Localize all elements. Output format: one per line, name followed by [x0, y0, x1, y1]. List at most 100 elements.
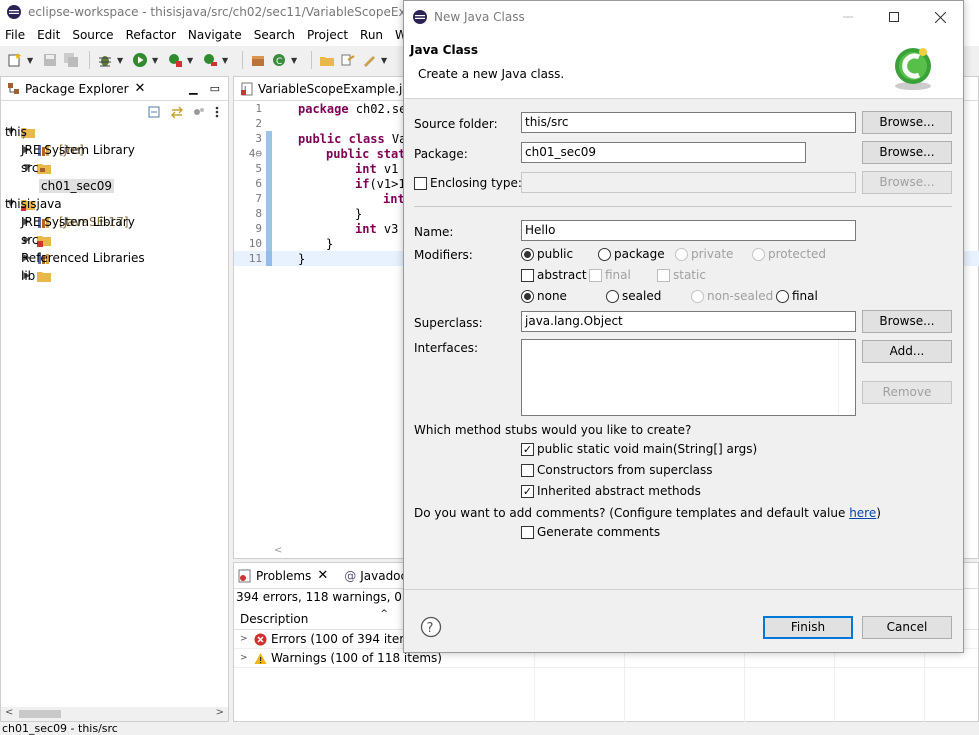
tab-problems[interactable]: Problems ✕ — [238, 568, 328, 583]
open-task-icon[interactable] — [339, 51, 357, 69]
focus-icon[interactable] — [192, 105, 206, 119]
chevron-down-icon[interactable]: ▼ — [291, 56, 299, 65]
run-icon[interactable] — [131, 51, 149, 69]
chevron-down-icon[interactable]: ▼ — [222, 56, 230, 65]
new-package-icon[interactable] — [249, 51, 267, 69]
chevron-down-icon[interactable]: ▼ — [381, 56, 389, 65]
modifier-final-checkbox[interactable]: final — [589, 268, 631, 282]
scrollbar-thumb[interactable] — [19, 710, 61, 718]
cancel-button[interactable]: Cancel — [862, 616, 952, 639]
debug-icon[interactable] — [96, 51, 114, 69]
save-icon[interactable] — [41, 51, 59, 69]
modifier-private-radio[interactable]: private — [675, 247, 733, 261]
close-icon[interactable]: ✕ — [135, 81, 146, 96]
menu-search[interactable]: Search — [248, 28, 301, 42]
tree-item-lib[interactable]: ▶ lib — [1, 267, 228, 285]
source-folder-input[interactable]: this/src — [521, 112, 856, 133]
modifier-static-checkbox[interactable]: static — [657, 268, 706, 282]
close-icon[interactable]: ✕ — [317, 568, 328, 583]
stub-main-checkbox[interactable]: ✓ public static void main(String[] args) — [521, 442, 757, 456]
vertical-scrollbar[interactable] — [838, 340, 855, 415]
help-icon[interactable]: ? — [420, 616, 442, 638]
finish-button[interactable]: Finish — [763, 616, 853, 639]
menu-source[interactable]: Source — [66, 28, 119, 42]
menu-file[interactable]: File — [0, 28, 31, 42]
chevron-down-icon[interactable]: ▼ — [27, 56, 35, 65]
modifier-abstract-checkbox[interactable]: abstract — [521, 268, 587, 282]
enclosing-type-checkbox[interactable]: Enclosing type: — [414, 176, 522, 190]
line-number: 6 — [255, 177, 262, 190]
package-browse-button[interactable]: Browse... — [862, 141, 952, 164]
superclass-browse-button[interactable]: Browse... — [862, 310, 952, 333]
interfaces-label: Interfaces: — [414, 341, 479, 355]
menu-navigate[interactable]: Navigate — [182, 28, 248, 42]
save-all-icon[interactable] — [62, 51, 80, 69]
chevron-right-icon[interactable]: > — [216, 707, 224, 718]
editor-tab-label: VariableScopeExample.java — [258, 81, 425, 96]
pen-icon[interactable] — [360, 51, 378, 69]
minimize-button[interactable] — [825, 1, 871, 33]
configure-templates-link[interactable]: here — [849, 506, 876, 520]
change-ruler — [266, 176, 272, 191]
interfaces-list[interactable] — [521, 339, 856, 416]
tree-item-referenced-libraries[interactable]: ▶ Referenced Libraries — [1, 249, 228, 267]
tab-javadoc-label: Javadoc — [360, 568, 408, 583]
remove-interface-button[interactable]: Remove — [862, 381, 952, 404]
maximize-button[interactable] — [871, 1, 917, 33]
generate-comments-checkbox[interactable]: Generate comments — [521, 525, 660, 539]
minimize-icon[interactable]: ▁ — [189, 82, 197, 95]
tree-item-src[interactable]: ▼ src — [1, 159, 228, 177]
menu-project[interactable]: Project — [301, 28, 354, 42]
chevron-down-icon[interactable]: ▼ — [117, 56, 125, 65]
tree-item-jre-library[interactable]: ▶ JRE System Library [jre] — [1, 141, 228, 159]
stub-inherited-checkbox[interactable]: ✓ Inherited abstract methods — [521, 484, 701, 498]
menu-refactor[interactable]: Refactor — [120, 28, 182, 42]
tab-javadoc[interactable]: @ Javadoc — [344, 569, 407, 583]
modifier-protected-radio[interactable]: protected — [752, 247, 826, 261]
tree-item-project-thisisjava[interactable]: ▼ thisisjava — [1, 195, 228, 213]
line-number: 7 — [255, 192, 262, 205]
tree-item-project-this[interactable]: ▼ J this — [1, 123, 228, 141]
modifier-sealed-radio[interactable]: sealed — [606, 289, 661, 303]
add-interface-button[interactable]: Add... — [862, 340, 952, 363]
open-type-icon[interactable] — [318, 51, 336, 69]
package-input[interactable]: ch01_sec09 — [521, 142, 806, 163]
chevron-down-icon[interactable]: ▼ — [187, 56, 195, 65]
chevron-left-icon[interactable]: < — [5, 707, 13, 718]
modifier-non-sealed-radio[interactable]: non-sealed — [691, 289, 773, 303]
menu-run[interactable]: Run — [354, 28, 389, 42]
dialog-titlebar[interactable]: New Java Class — [404, 1, 963, 33]
enclosing-type-input[interactable] — [521, 172, 856, 193]
chevron-down-icon[interactable]: ▼ — [152, 56, 160, 65]
tree-item-ch01-sec09[interactable]: ch01_sec09 — [1, 177, 228, 195]
enclosing-type-browse-button[interactable]: Browse... — [862, 171, 952, 194]
keyword: public class — [298, 131, 385, 146]
superclass-input[interactable]: java.lang.Object — [521, 311, 856, 332]
chevron-right-icon[interactable]: > — [240, 653, 252, 663]
tree-item-jre-library-17[interactable]: ▶ JRE System Library [JavaSE-17] — [1, 213, 228, 231]
sort-up-icon: ^ — [380, 608, 388, 619]
tree-item-src-2[interactable]: ▶ src — [1, 231, 228, 249]
view-menu-icon[interactable] — [214, 105, 220, 119]
horizontal-scrollbar[interactable]: < > — [1, 707, 228, 721]
stub-constructors-checkbox[interactable]: Constructors from superclass — [521, 463, 713, 477]
collapse-all-icon[interactable] — [148, 105, 162, 119]
link-with-editor-icon[interactable] — [170, 105, 184, 119]
coverage-icon[interactable] — [166, 51, 184, 69]
source-folder-browse-button[interactable]: Browse... — [862, 111, 952, 134]
modifier-final-radio[interactable]: final — [776, 289, 818, 303]
checkbox-label: Inherited abstract methods — [537, 484, 701, 498]
name-input[interactable]: Hello — [521, 220, 856, 241]
external-tools-icon[interactable] — [201, 51, 219, 69]
maximize-icon[interactable]: ▭ — [210, 82, 220, 95]
modifier-package-radio[interactable]: package — [598, 247, 665, 261]
package-explorer-tab[interactable]: Package Explorer ✕ ▁ ▭ — [1, 77, 228, 101]
modifier-none-radio[interactable]: none — [521, 289, 567, 303]
menu-edit[interactable]: Edit — [31, 28, 66, 42]
close-button[interactable] — [917, 1, 963, 33]
modifier-public-radio[interactable]: public — [521, 247, 573, 261]
new-class-icon[interactable]: C — [270, 51, 288, 69]
new-icon[interactable] — [6, 51, 24, 69]
chevron-right-icon[interactable]: > — [240, 634, 252, 644]
chevron-left-icon[interactable]: < — [274, 545, 282, 556]
